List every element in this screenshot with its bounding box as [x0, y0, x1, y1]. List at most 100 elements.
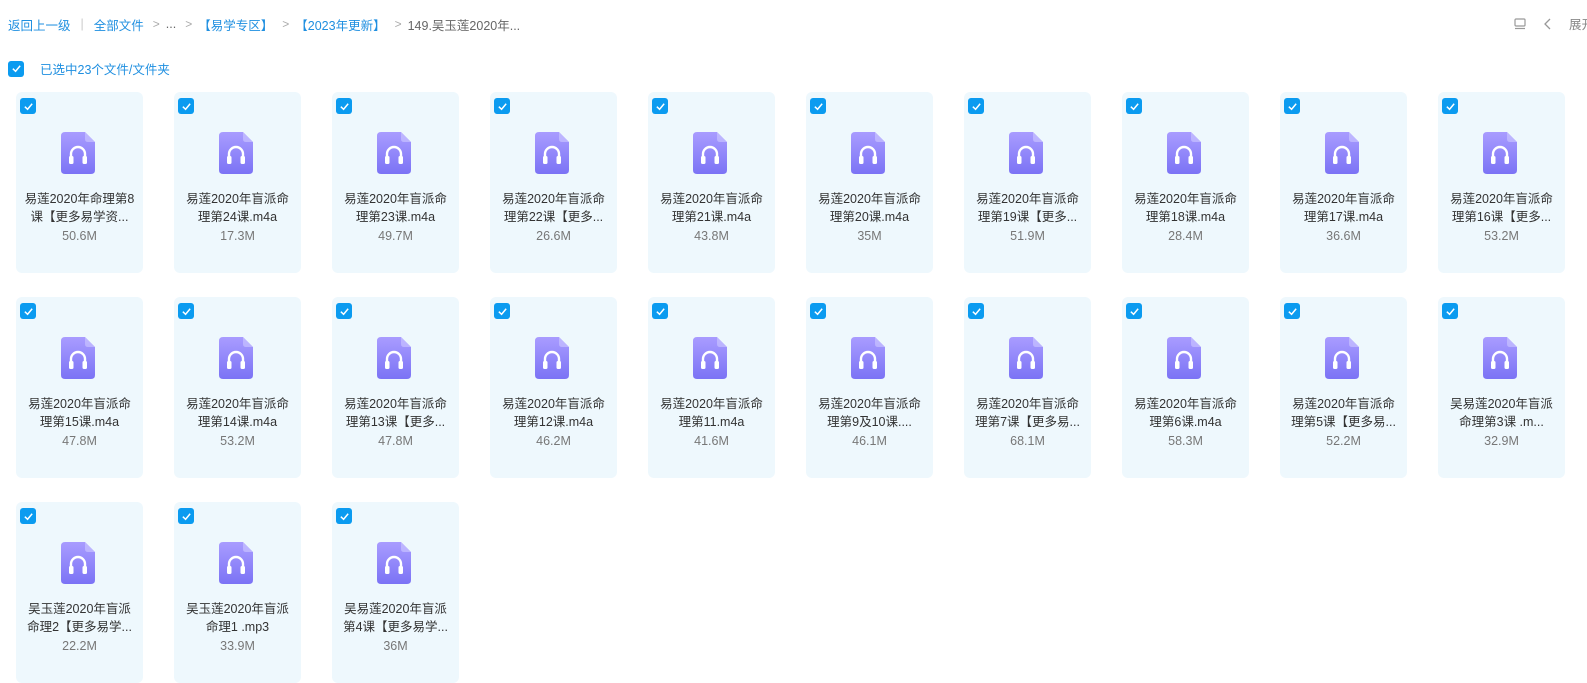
file-size: 51.9M — [1010, 229, 1045, 243]
file-checkbox[interactable] — [1126, 303, 1142, 319]
file-checkbox[interactable] — [968, 98, 984, 114]
breadcrumb-ellipsis[interactable]: ... — [166, 17, 176, 31]
file-card[interactable]: 易莲2020年盲派命理第13课【更多... 47.8M — [332, 297, 459, 478]
audio-file-icon — [1167, 337, 1201, 379]
file-checkbox[interactable] — [652, 303, 668, 319]
file-checkbox[interactable] — [494, 98, 510, 114]
file-size: 36.6M — [1326, 229, 1361, 243]
file-card[interactable]: 易莲2020年盲派命理第17课.m4a 36.6M — [1280, 92, 1407, 273]
audio-file-icon — [1483, 132, 1517, 174]
file-card[interactable]: 易莲2020年盲派命理第20课.m4a 35M — [806, 92, 933, 273]
file-checkbox[interactable] — [178, 303, 194, 319]
select-all-row: 已选中23个文件/文件夹 — [8, 59, 170, 78]
file-checkbox[interactable] — [1442, 303, 1458, 319]
file-checkbox[interactable] — [20, 303, 36, 319]
file-name[interactable]: 易莲2020年盲派命理第7课【更多易... — [972, 395, 1083, 431]
breadcrumb: 返回上一级 | 全部文件 > ... > 【易学专区】 > 【2023年更新】 … — [8, 14, 520, 34]
file-checkbox[interactable] — [652, 98, 668, 114]
file-checkbox[interactable] — [336, 508, 352, 524]
file-name[interactable]: 易莲2020年盲派命理第19课【更多... — [972, 190, 1083, 226]
file-name[interactable]: 易莲2020年盲派命理第11.m4a — [656, 395, 767, 431]
breadcrumb-folder-2023[interactable]: 【2023年更新】 — [295, 15, 385, 34]
file-size: 47.8M — [62, 434, 97, 448]
selection-count-label: 已选中23个文件/文件夹 — [40, 63, 170, 77]
file-card[interactable]: 易莲2020年盲派命理第6课.m4a 58.3M — [1122, 297, 1249, 478]
file-card[interactable]: 易莲2020年盲派命理第14课.m4a 53.2M — [174, 297, 301, 478]
file-card[interactable]: 易莲2020年盲派命理第21课.m4a 43.8M — [648, 92, 775, 273]
file-card[interactable]: 吴易莲2020年盲派命理第3课 .m... 32.9M — [1438, 297, 1565, 478]
chevron-left-icon[interactable] — [1541, 17, 1555, 31]
breadcrumb-separator-icon: > — [394, 17, 402, 31]
file-name[interactable]: 易莲2020年盲派命理第15课.m4a — [24, 395, 135, 431]
file-name[interactable]: 易莲2020年盲派命理第12课.m4a — [498, 395, 609, 431]
file-name[interactable]: 易莲2020年盲派命理第17课.m4a — [1288, 190, 1399, 226]
file-card[interactable]: 易莲2020年命理第8课【更多易学资... 50.6M — [16, 92, 143, 273]
file-checkbox[interactable] — [810, 98, 826, 114]
file-name[interactable]: 吴易莲2020年盲派第4课【更多易学... — [340, 600, 451, 636]
file-checkbox[interactable] — [20, 98, 36, 114]
file-checkbox[interactable] — [178, 508, 194, 524]
breadcrumb-current: 149.吴玉莲2020年... — [407, 18, 521, 33]
file-checkbox[interactable] — [336, 98, 352, 114]
file-size: 41.6M — [694, 434, 729, 448]
file-name[interactable]: 易莲2020年盲派命理第13课【更多... — [340, 395, 451, 431]
audio-file-icon — [1325, 337, 1359, 379]
file-checkbox[interactable] — [336, 303, 352, 319]
file-card[interactable]: 易莲2020年盲派命理第7课【更多易... 68.1M — [964, 297, 1091, 478]
file-name[interactable]: 易莲2020年盲派命理第5课【更多易... — [1288, 395, 1399, 431]
file-card[interactable]: 易莲2020年盲派命理第23课.m4a 49.7M — [332, 92, 459, 273]
select-all-checkbox[interactable] — [8, 60, 24, 77]
file-name[interactable]: 易莲2020年盲派命理第16课【更多... — [1446, 190, 1557, 226]
file-name[interactable]: 易莲2020年盲派命理第14课.m4a — [182, 395, 293, 431]
expand-button[interactable]: 展开 — [1569, 14, 1587, 33]
file-size: 53.2M — [220, 434, 255, 448]
audio-file-icon — [377, 542, 411, 584]
file-name[interactable]: 易莲2020年命理第8课【更多易学资... — [24, 190, 135, 226]
file-card[interactable]: 易莲2020年盲派命理第15课.m4a 47.8M — [16, 297, 143, 478]
file-checkbox[interactable] — [494, 303, 510, 319]
file-size: 43.8M — [694, 229, 729, 243]
file-checkbox[interactable] — [178, 98, 194, 114]
breadcrumb-folder-yixue[interactable]: 【易学专区】 — [198, 15, 273, 34]
file-name[interactable]: 易莲2020年盲派命理第21课.m4a — [656, 190, 767, 226]
breadcrumb-all-files[interactable]: 全部文件 — [94, 15, 144, 34]
file-checkbox[interactable] — [1284, 303, 1300, 319]
file-card[interactable]: 易莲2020年盲派命理第24课.m4a 17.3M — [174, 92, 301, 273]
file-name[interactable]: 吴玉莲2020年盲派命理1 .mp3 — [182, 600, 293, 636]
file-card[interactable]: 易莲2020年盲派命理第22课【更多... 26.6M — [490, 92, 617, 273]
file-size: 22.2M — [62, 639, 97, 653]
file-card[interactable]: 吴易莲2020年盲派第4课【更多易学... 36M — [332, 502, 459, 683]
file-card[interactable]: 易莲2020年盲派命理第12课.m4a 46.2M — [490, 297, 617, 478]
file-card[interactable]: 易莲2020年盲派命理第11.m4a 41.6M — [648, 297, 775, 478]
file-card[interactable]: 易莲2020年盲派命理第19课【更多... 51.9M — [964, 92, 1091, 273]
file-name[interactable]: 吴易莲2020年盲派命理第3课 .m... — [1446, 395, 1557, 431]
file-name[interactable]: 易莲2020年盲派命理第24课.m4a — [182, 190, 293, 226]
file-checkbox[interactable] — [1442, 98, 1458, 114]
file-name[interactable]: 易莲2020年盲派命理第6课.m4a — [1130, 395, 1241, 431]
file-checkbox[interactable] — [810, 303, 826, 319]
file-name[interactable]: 易莲2020年盲派命理第22课【更多... — [498, 190, 609, 226]
file-name[interactable]: 易莲2020年盲派命理第23课.m4a — [340, 190, 451, 226]
view-mode-icon[interactable] — [1513, 17, 1527, 31]
file-name[interactable]: 易莲2020年盲派命理第18课.m4a — [1130, 190, 1241, 226]
file-checkbox[interactable] — [968, 303, 984, 319]
file-name[interactable]: 易莲2020年盲派命理第20课.m4a — [814, 190, 925, 226]
back-link[interactable]: 返回上一级 — [8, 15, 71, 34]
file-card[interactable]: 易莲2020年盲派命理第16课【更多... 53.2M — [1438, 92, 1565, 273]
file-card[interactable]: 易莲2020年盲派命理第9及10课.... 46.1M — [806, 297, 933, 478]
file-checkbox[interactable] — [1126, 98, 1142, 114]
file-card[interactable]: 易莲2020年盲派命理第5课【更多易... 52.2M — [1280, 297, 1407, 478]
file-card[interactable]: 易莲2020年盲派命理第18课.m4a 28.4M — [1122, 92, 1249, 273]
file-checkbox[interactable] — [20, 508, 36, 524]
file-card[interactable]: 吴玉莲2020年盲派命理2【更多易学... 22.2M — [16, 502, 143, 683]
file-size: 35M — [857, 229, 882, 243]
file-name[interactable]: 易莲2020年盲派命理第9及10课.... — [814, 395, 925, 431]
audio-file-icon — [535, 337, 569, 379]
file-card[interactable]: 吴玉莲2020年盲派命理1 .mp3 33.9M — [174, 502, 301, 683]
file-checkbox[interactable] — [1284, 98, 1300, 114]
audio-file-icon — [851, 132, 885, 174]
audio-file-icon — [1167, 132, 1201, 174]
file-name[interactable]: 吴玉莲2020年盲派命理2【更多易学... — [24, 600, 135, 636]
audio-file-icon — [1483, 337, 1517, 379]
audio-file-icon — [61, 337, 95, 379]
